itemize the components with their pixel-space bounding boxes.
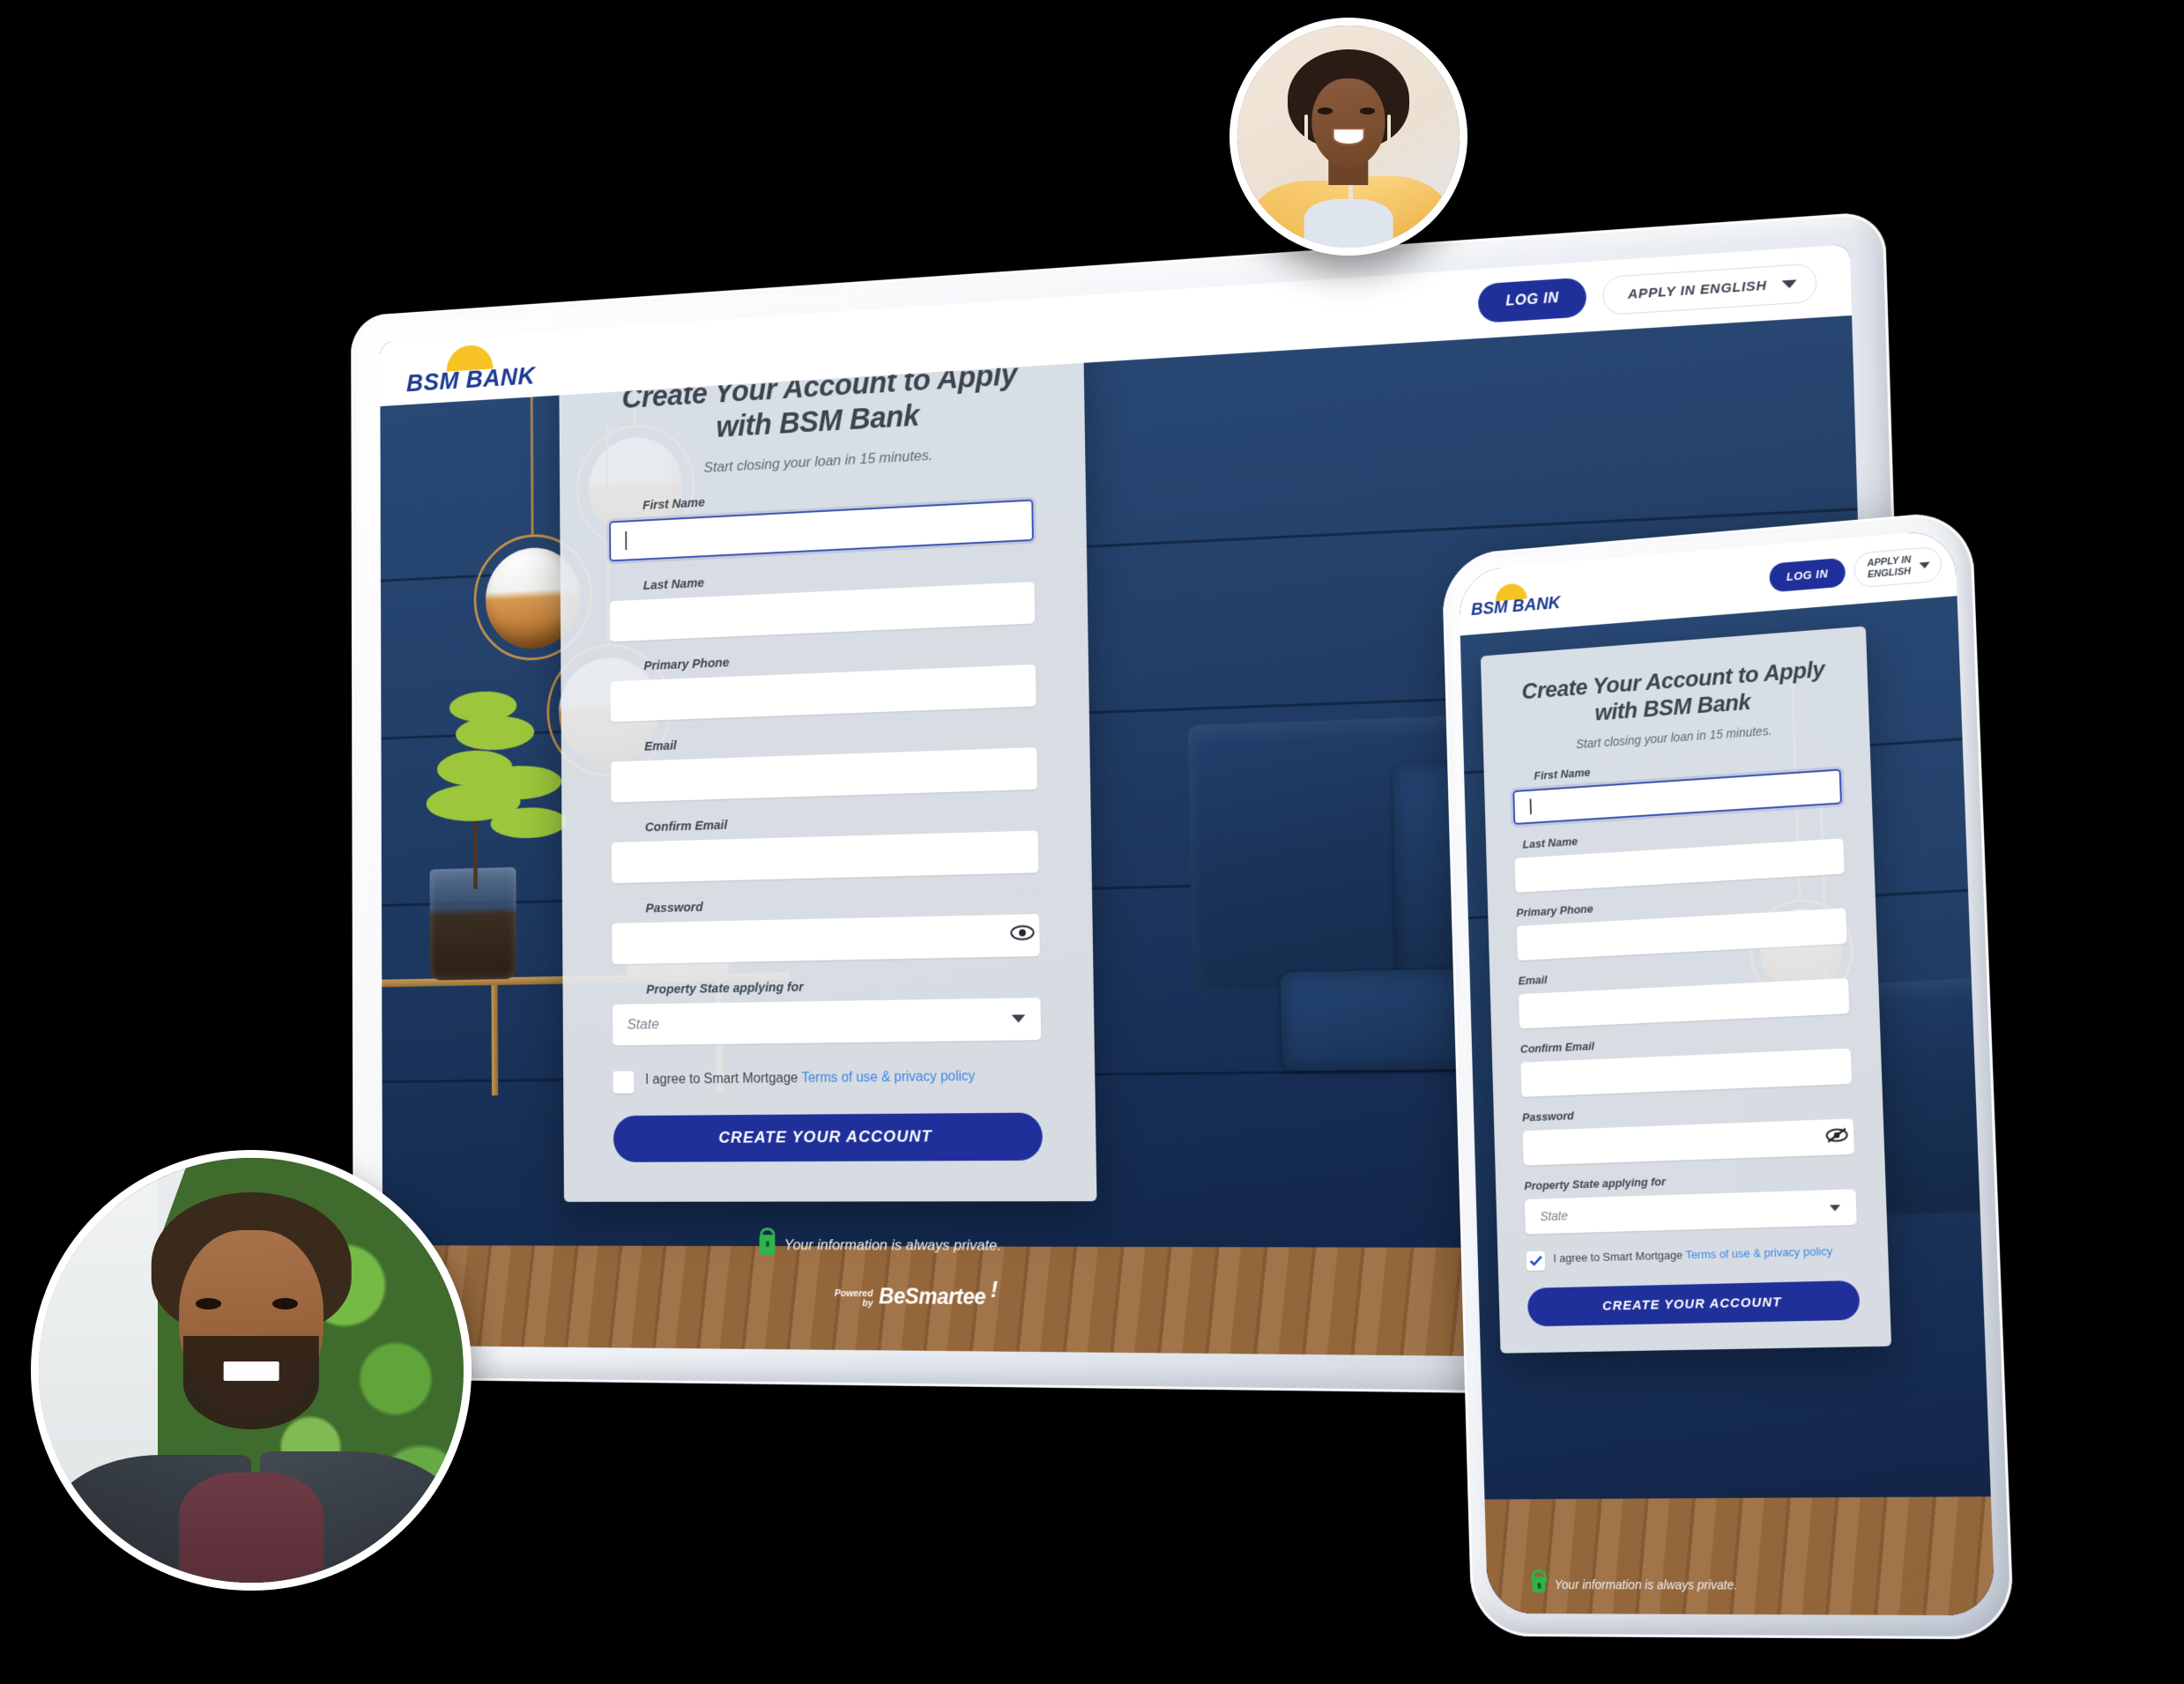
field-confirm-email: Confirm Email xyxy=(611,808,1039,883)
field-password: Password xyxy=(612,892,1040,964)
field-property-state: Property State applying for State xyxy=(1524,1168,1857,1235)
form-title: Create Your Account to Apply with BSM Ba… xyxy=(1521,656,1825,726)
language-label-line2: ENGLISH xyxy=(1867,566,1912,581)
input-confirm-email[interactable] xyxy=(1520,1048,1853,1098)
input-password[interactable] xyxy=(612,913,1040,964)
phone-device: BSM BANK LOG IN APPLY IN ENGLISH Create … xyxy=(1441,509,2015,1640)
lock-icon xyxy=(1532,1576,1546,1593)
phone-screen: BSM BANK LOG IN APPLY IN ENGLISH Create … xyxy=(1458,529,1995,1616)
select-property-state[interactable]: State xyxy=(1524,1189,1857,1235)
field-last-name: Last Name xyxy=(609,560,1036,642)
language-label: APPLY IN ENGLISH xyxy=(1627,277,1767,302)
field-email: Email xyxy=(1518,958,1850,1029)
avatar xyxy=(1229,18,1467,256)
field-last-name: Last Name xyxy=(1514,819,1845,894)
login-button[interactable]: LOG IN xyxy=(1478,277,1587,323)
besmartee-exclamation-icon: ! xyxy=(990,1275,998,1303)
field-password: Password xyxy=(1522,1098,1854,1167)
input-confirm-email[interactable] xyxy=(611,830,1039,883)
signup-form-card: Create Your Account to Apply with BSM Ba… xyxy=(559,314,1097,1202)
text-cursor xyxy=(625,530,628,550)
smiling-woman-photo xyxy=(1237,26,1460,248)
brand-name: BSM BANK xyxy=(1470,592,1561,619)
select-property-state[interactable]: State xyxy=(612,997,1042,1046)
besmartee-wordmark: BeSmartee! xyxy=(878,1275,998,1310)
label-confirm-email: Confirm Email xyxy=(644,817,728,835)
smiling-man-photo xyxy=(39,1158,464,1583)
chevron-down-icon xyxy=(1781,278,1797,289)
terms-agreement-row[interactable]: I agree to Smart Mortgage Terms of use &… xyxy=(613,1066,1042,1094)
by-word: by xyxy=(862,1298,873,1309)
chevron-down-icon xyxy=(1829,1204,1841,1212)
lock-icon xyxy=(759,1235,776,1255)
terms-link[interactable]: Terms of use & privacy policy xyxy=(1685,1244,1832,1261)
terms-prefix: I agree to Smart Mortgage xyxy=(1553,1248,1686,1265)
input-password[interactable] xyxy=(1522,1118,1854,1167)
terms-link[interactable]: Terms of use & privacy policy xyxy=(801,1069,975,1086)
bsm-bank-logo[interactable]: BSM BANK xyxy=(406,341,535,397)
eye-icon[interactable] xyxy=(1010,924,1034,946)
privacy-text: Your information is always private. xyxy=(784,1235,1002,1254)
field-confirm-email: Confirm Email xyxy=(1520,1028,1853,1098)
text-cursor xyxy=(1529,798,1532,815)
create-account-button[interactable]: CREATE YOUR ACCOUNT xyxy=(613,1112,1044,1162)
field-primary-phone: Primary Phone xyxy=(1516,888,1847,961)
input-primary-phone[interactable] xyxy=(610,664,1036,722)
terms-prefix: I agree to Smart Mortgage xyxy=(645,1070,802,1087)
field-first-name: First Name xyxy=(609,478,1034,562)
terms-text: I agree to Smart Mortgage Terms of use &… xyxy=(1553,1243,1832,1267)
input-email[interactable] xyxy=(611,746,1037,803)
avatar xyxy=(31,1150,472,1591)
chevron-down-icon xyxy=(1919,561,1930,569)
field-email: Email xyxy=(611,725,1037,803)
bsm-bank-logo[interactable]: BSM BANK xyxy=(1470,579,1561,619)
login-button[interactable]: LOG IN xyxy=(1768,557,1846,592)
label-password: Password xyxy=(645,899,703,916)
input-email[interactable] xyxy=(1519,978,1850,1029)
terms-checkbox[interactable] xyxy=(613,1070,635,1094)
privacy-text: Your information is always private. xyxy=(1554,1577,1738,1592)
terms-checkbox[interactable] xyxy=(1526,1251,1546,1272)
label-property-state: Property State applying for xyxy=(1524,1175,1667,1193)
field-first-name: First Name xyxy=(1512,749,1842,826)
eye-off-icon[interactable] xyxy=(1825,1127,1849,1148)
mobile-privacy-notice: Your information is always private. xyxy=(1532,1576,1738,1593)
brand-name: BSM BANK xyxy=(405,361,536,397)
state-selected-value: State xyxy=(1540,1208,1569,1224)
privacy-notice: Your information is always private. xyxy=(759,1235,1002,1256)
terms-text: I agree to Smart Mortgage Terms of use &… xyxy=(645,1067,975,1090)
label-property-state: Property State applying for xyxy=(646,979,804,998)
create-account-button[interactable]: CREATE YOUR ACCOUNT xyxy=(1527,1280,1861,1327)
field-primary-phone: Primary Phone xyxy=(610,642,1036,722)
language-selector[interactable]: APPLY IN ENGLISH xyxy=(1853,545,1943,589)
language-selector[interactable]: APPLY IN ENGLISH xyxy=(1602,262,1817,315)
powered-by-besmartee: Powered by BeSmartee! xyxy=(835,1275,998,1310)
composite-mockup-scene: BSM BANK LOG IN APPLY IN ENGLISH Create … xyxy=(0,0,2184,1684)
chevron-down-icon xyxy=(1011,1014,1026,1023)
field-property-state: Property State applying for State xyxy=(612,976,1042,1046)
state-selected-value: State xyxy=(627,1015,659,1033)
terms-agreement-row[interactable]: I agree to Smart Mortgage Terms of use &… xyxy=(1526,1243,1859,1272)
mobile-signup-form-card: Create Your Account to Apply with BSM Ba… xyxy=(1480,626,1892,1354)
